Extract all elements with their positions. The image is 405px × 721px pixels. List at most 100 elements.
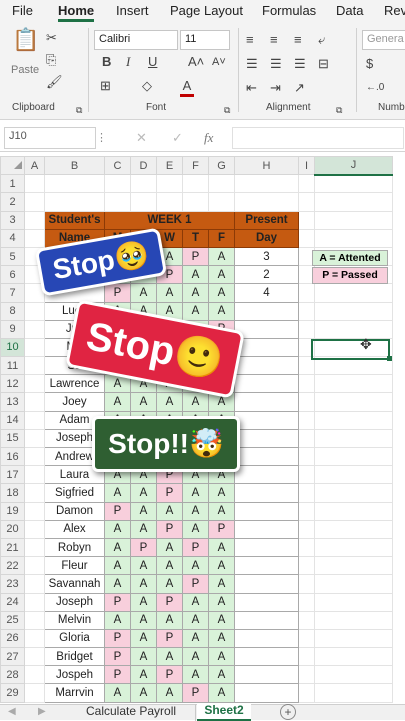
grid-cell[interactable] (298, 519, 315, 539)
attendance-cell[interactable]: A (182, 265, 209, 285)
number-format-select[interactable]: Genera (362, 30, 405, 50)
row-header[interactable]: 6 (0, 265, 25, 285)
attendance-cell[interactable]: A (182, 592, 209, 612)
student-name-cell[interactable]: Damon (44, 501, 105, 521)
present-day-cell[interactable] (234, 319, 299, 339)
attendance-cell[interactable]: A (182, 501, 209, 521)
increase-font-icon[interactable]: A˄ (188, 54, 204, 70)
present-day-cell[interactable] (234, 501, 299, 521)
row-header[interactable]: 23 (0, 574, 25, 594)
grid-cell[interactable] (24, 174, 45, 194)
attendance-cell[interactable]: A (182, 610, 209, 630)
grid-cell[interactable] (314, 574, 393, 594)
grid-cell[interactable] (298, 192, 315, 212)
student-name-cell[interactable]: Jospeh (44, 665, 105, 685)
grid-cell[interactable] (298, 574, 315, 594)
attendance-cell[interactable]: A (182, 556, 209, 576)
attendance-cell[interactable]: A (104, 574, 131, 594)
grid-cell[interactable] (24, 628, 45, 649)
grid-cell[interactable] (24, 301, 45, 321)
attendance-cell[interactable]: P (104, 501, 131, 521)
font-launcher-icon[interactable]: ⧉ (224, 102, 230, 118)
column-header[interactable]: G (208, 156, 235, 176)
attendance-cell[interactable]: P (182, 574, 209, 594)
present-day-cell[interactable]: 2 (234, 265, 299, 285)
attendance-cell[interactable]: P (104, 628, 131, 649)
grid-cell[interactable] (298, 374, 315, 394)
grid-cell[interactable] (24, 665, 45, 685)
row-header[interactable]: 20 (0, 519, 25, 539)
grid-cell[interactable] (314, 501, 393, 521)
attendance-cell[interactable]: P (156, 592, 183, 612)
attendance-cell[interactable]: P (156, 628, 183, 649)
wrap-text-icon[interactable]: ⤶ (318, 32, 325, 48)
attendance-cell[interactable]: P (182, 246, 209, 267)
row-header[interactable]: 17 (0, 465, 25, 485)
insert-function-icon[interactable]: fx (204, 130, 213, 146)
attendance-cell[interactable]: A (208, 647, 235, 667)
attendance-cell[interactable]: A (104, 392, 131, 412)
row-header[interactable]: 2 (0, 192, 25, 212)
grid-cell[interactable] (130, 174, 157, 194)
attendance-cell[interactable]: A (130, 610, 157, 630)
student-name-cell[interactable]: Joseph (44, 592, 105, 612)
grid-cell[interactable] (298, 319, 315, 339)
tab-home[interactable]: Home (58, 3, 95, 22)
attendance-cell[interactable]: A (182, 392, 209, 412)
grid-cell[interactable] (298, 283, 315, 303)
fill-color-icon[interactable]: ◇ (142, 78, 152, 94)
attendance-cell[interactable]: P (104, 592, 131, 612)
grid-cell[interactable] (314, 465, 393, 485)
attendance-cell[interactable]: A (208, 610, 235, 630)
tab-file[interactable]: File (12, 3, 33, 18)
attendance-cell[interactable]: A (130, 519, 157, 539)
grid-cell[interactable] (24, 501, 45, 521)
attendance-cell[interactable]: A (182, 519, 209, 539)
grid-cell[interactable] (314, 628, 393, 649)
orientation-icon[interactable]: ↗ (294, 80, 305, 96)
grid-cell[interactable] (314, 374, 393, 394)
attendance-cell[interactable]: A (208, 665, 235, 685)
row-header[interactable]: 3 (0, 210, 25, 230)
column-header[interactable]: E (156, 156, 183, 176)
attendance-cell[interactable]: A (104, 483, 131, 503)
grid-cell[interactable] (314, 174, 393, 194)
grid-cell[interactable] (298, 465, 315, 485)
attendance-cell[interactable]: A (182, 665, 209, 685)
tab-insert[interactable]: Insert (116, 3, 149, 18)
formula-input[interactable] (232, 127, 404, 149)
attendance-cell[interactable]: A (208, 683, 235, 703)
student-name-cell[interactable]: Robyn (44, 537, 105, 558)
grid-cell[interactable] (298, 501, 315, 521)
student-name-cell[interactable]: Joey (44, 392, 105, 412)
bold-icon[interactable]: B (102, 54, 111, 70)
align-top-icon[interactable]: ≡ (246, 32, 254, 48)
attendance-cell[interactable]: A (104, 556, 131, 576)
grid-cell[interactable] (24, 537, 45, 558)
row-header[interactable]: 5 (0, 246, 25, 267)
column-header[interactable]: C (104, 156, 131, 176)
attendance-cell[interactable]: A (208, 592, 235, 612)
font-color-icon[interactable]: A (180, 78, 194, 97)
column-header[interactable]: F (182, 156, 209, 176)
attendance-cell[interactable]: A (156, 556, 183, 576)
font-size-select[interactable]: 11 (180, 30, 230, 50)
grid-cell[interactable] (298, 592, 315, 612)
attendance-cell[interactable]: A (208, 574, 235, 594)
paste-label[interactable]: Paste (11, 64, 39, 76)
present-day-cell[interactable] (234, 301, 299, 321)
align-left-icon[interactable]: ☰ (246, 56, 258, 72)
present-day-cell[interactable] (234, 374, 299, 394)
grid-cell[interactable] (314, 592, 393, 612)
add-sheet-icon[interactable]: + (280, 704, 296, 720)
grid-cell[interactable] (298, 174, 315, 194)
present-day-cell[interactable] (234, 647, 299, 667)
attendance-cell[interactable]: A (208, 483, 235, 503)
row-header[interactable]: 1 (0, 174, 25, 194)
grid-cell[interactable] (314, 556, 393, 576)
grid-cell[interactable] (314, 446, 393, 467)
align-middle-icon[interactable]: ≡ (270, 32, 278, 48)
grid-cell[interactable] (44, 192, 105, 212)
student-name-cell[interactable]: Alex (44, 519, 105, 539)
grid-cell[interactable] (314, 537, 393, 558)
